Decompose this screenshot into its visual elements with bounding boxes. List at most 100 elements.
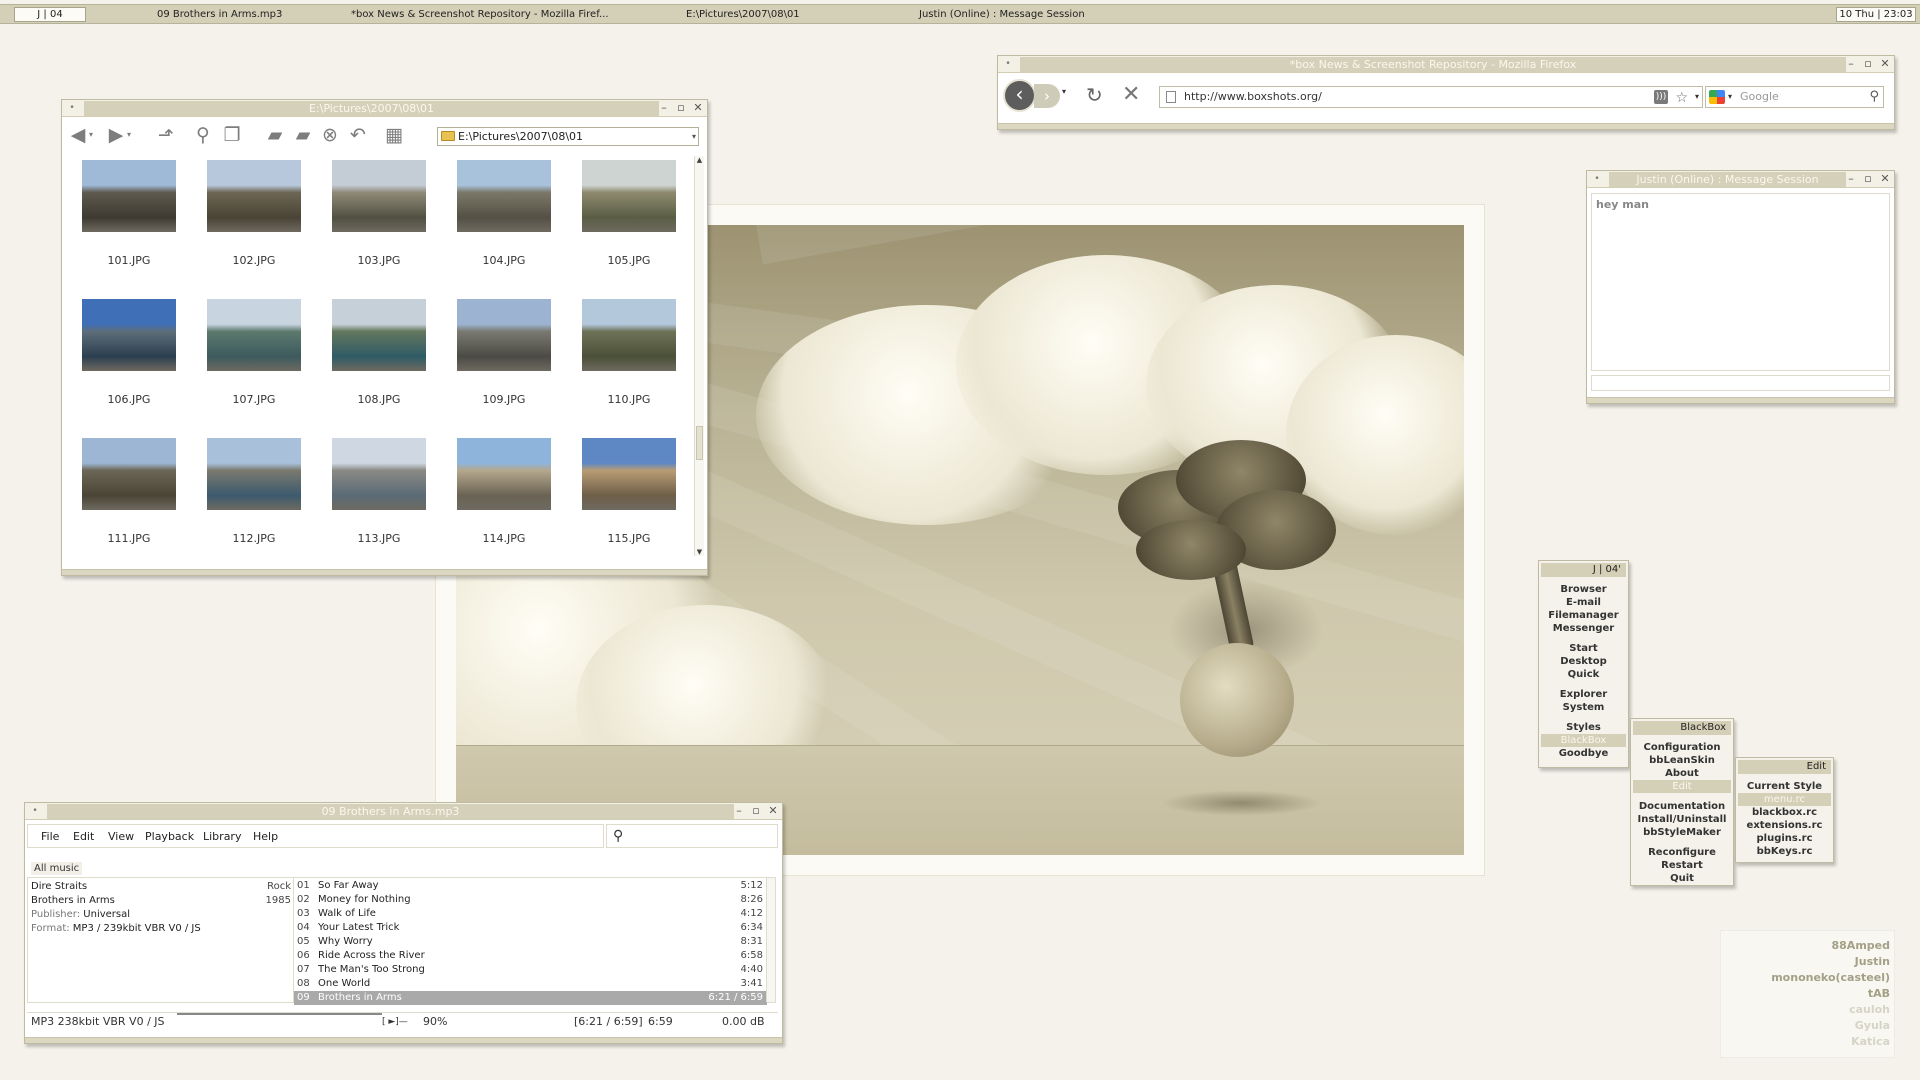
thumbnail-item[interactable]: 107.JPG [199, 297, 301, 407]
vertical-scrollbar[interactable]: ▲ ▼ [694, 156, 704, 556]
undo-icon[interactable]: ↶ [346, 124, 370, 146]
player-titlebar[interactable]: • 09 Brothers in Arms.mp3 – ▫ ✕ [25, 803, 782, 820]
media-player-window[interactable]: • 09 Brothers in Arms.mp3 – ▫ ✕ File Edi… [24, 802, 783, 1044]
task-filemanager[interactable]: E:\Pictures\2007\08\01 [686, 8, 800, 21]
menu-item-quick[interactable]: Quick [1541, 668, 1626, 681]
maximize-icon[interactable]: ▫ [749, 804, 763, 818]
thumbnail-image[interactable] [82, 438, 176, 510]
window-menu-icon[interactable]: • [28, 805, 42, 817]
menu-item-extensions-rc[interactable]: extensions.rc [1738, 819, 1831, 832]
forward-dropdown-icon[interactable]: ▾ [124, 124, 134, 146]
buddy-online[interactable]: mononeko(casteel) [1771, 971, 1890, 984]
menu-item-plugins-rc[interactable]: plugins.rc [1738, 832, 1831, 845]
playlist-row[interactable]: 03 Walk of Life 4:12 [294, 907, 767, 921]
window-bottom-handle[interactable] [998, 123, 1894, 129]
maximize-icon[interactable]: ▫ [1861, 172, 1875, 186]
buddy-offline[interactable]: Katica [1851, 1035, 1890, 1048]
thumbnail-image[interactable] [82, 299, 176, 371]
thumbnail-image[interactable] [457, 160, 551, 232]
thumbnail-item[interactable]: 114.JPG [449, 436, 551, 546]
menu-item-goodbye[interactable]: Goodbye [1541, 747, 1626, 760]
playlist-scrollbar[interactable] [766, 878, 775, 1002]
menu-item-menu-rc[interactable]: menu.rc [1738, 793, 1831, 806]
window-bottom-handle[interactable] [62, 569, 707, 575]
messenger-titlebar[interactable]: • Justin (Online) : Message Session – ▫ … [1587, 171, 1894, 188]
minimize-icon[interactable]: – [732, 804, 746, 818]
menu-item-blackbox[interactable]: BlackBox [1541, 734, 1626, 747]
playlist[interactable]: 01 So Far Away 5:12 02 Money for Nothing 8:26… [293, 877, 776, 1005]
up-folder-icon[interactable]: ⬏ [154, 124, 178, 146]
menu-item-current-style[interactable]: Current Style [1738, 780, 1831, 793]
thumbnail-item[interactable]: 112.JPG [199, 436, 301, 546]
menu-item-install-uninstall[interactable]: Install/Uninstall [1633, 813, 1731, 826]
library-search[interactable]: ⚲ [606, 824, 778, 848]
rss-feed-icon[interactable]: ))) [1654, 90, 1668, 104]
views-icon[interactable]: ▦ [382, 124, 406, 146]
thumbnail-item[interactable]: 109.JPG [449, 297, 551, 407]
thumbnail-view[interactable]: 101.JPG 102.JPG 103.JPG 104.JPG 105.JPG 106.J… [66, 156, 693, 556]
thumbnail-image[interactable] [207, 438, 301, 510]
playlist-row[interactable]: 09 Brothers in Arms 6:21 / 6:59 [294, 991, 767, 1005]
menu-item-bbleanskin[interactable]: bbLeanSkin [1633, 754, 1731, 767]
volume-level[interactable]: 90% [423, 1013, 447, 1031]
engine-dropdown-icon[interactable]: ▾ [1728, 87, 1732, 107]
thumbnail-item[interactable]: 103.JPG [324, 158, 426, 268]
playlist-row[interactable]: 02 Money for Nothing 8:26 [294, 893, 767, 907]
reload-icon[interactable]: ↻ [1086, 83, 1103, 107]
menu-item-desktop[interactable]: Desktop [1541, 655, 1626, 668]
thumbnail-image[interactable] [457, 438, 551, 510]
clock[interactable]: 10 Thu | 23:03 [1836, 7, 1916, 22]
back-button[interactable]: ‹ [1003, 79, 1036, 112]
minimize-icon[interactable]: – [657, 101, 671, 115]
thumbnail-item[interactable]: 104.JPG [449, 158, 551, 268]
root-menu[interactable]: J | 04' Browser E-mail Filemanager Messenge… [1538, 560, 1629, 768]
playlist-row[interactable]: 01 So Far Away 5:12 [294, 879, 767, 893]
thumbnail-item[interactable]: 102.JPG [199, 158, 301, 268]
window-bottom-handle[interactable] [1587, 397, 1894, 403]
menu-item-e-mail[interactable]: E-mail [1541, 596, 1626, 609]
message-history[interactable]: hey man [1591, 193, 1890, 371]
window-bottom-handle[interactable] [25, 1037, 782, 1043]
address-bar[interactable]: E:\Pictures\2007\08\01 ▾ [437, 127, 699, 146]
close-icon[interactable]: ✕ [766, 804, 780, 818]
task-messenger[interactable]: Justin (Online) : Message Session [919, 8, 1085, 21]
thumbnail-image[interactable] [82, 160, 176, 232]
playlist-row[interactable]: 05 Why Worry 8:31 [294, 935, 767, 949]
thumbnail-item[interactable]: 108.JPG [324, 297, 426, 407]
menu-item-start[interactable]: Start [1541, 642, 1626, 655]
search-box[interactable]: ▾ Google ⚲ [1705, 86, 1884, 108]
forward-button[interactable]: › [1034, 84, 1060, 108]
menu-item-bbstylemaker[interactable]: bbStyleMaker [1633, 826, 1731, 839]
search-icon[interactable]: ⚲ [613, 828, 623, 844]
buddy-online[interactable]: tAB [1868, 987, 1890, 1000]
seek-bar[interactable] [177, 1013, 382, 1015]
move-to-icon[interactable]: ▰ [263, 124, 287, 146]
close-icon[interactable]: ✕ [691, 101, 705, 115]
thumbnail-image[interactable] [582, 160, 676, 232]
menu-playback[interactable]: Playback [145, 830, 194, 843]
thumbnail-image[interactable] [332, 160, 426, 232]
search-icon[interactable]: ⚲ [1869, 87, 1879, 107]
url-bar[interactable]: http://www.boxshots.org/ ))) ☆ ▾ [1159, 86, 1703, 108]
menu-item-documentation[interactable]: Documentation [1633, 800, 1731, 813]
menu-item-styles[interactable]: Styles [1541, 721, 1626, 734]
thumbnail-image[interactable] [457, 299, 551, 371]
playlist-row[interactable]: 04 Your Latest Trick 6:34 [294, 921, 767, 935]
url-dropdown-icon[interactable]: ▾ [1695, 87, 1699, 107]
thumbnail-item[interactable]: 110.JPG [574, 297, 676, 407]
firefox-titlebar[interactable]: • *box News & Screenshot Repository - Mo… [998, 56, 1894, 73]
menu-item-reconfigure[interactable]: Reconfigure [1633, 846, 1731, 859]
firefox-window[interactable]: • *box News & Screenshot Repository - Mo… [997, 55, 1895, 130]
filemanager-titlebar[interactable]: • E:\Pictures\2007\08\01 – ▫ ✕ [62, 100, 707, 117]
scroll-down-arrow-icon[interactable]: ▼ [695, 548, 704, 556]
menu-item-configuration[interactable]: Configuration [1633, 741, 1731, 754]
menu-file[interactable]: File [41, 830, 59, 843]
thumbnail-image[interactable] [582, 438, 676, 510]
menu-help[interactable]: Help [253, 830, 278, 843]
thumbnail-image[interactable] [582, 299, 676, 371]
minimize-icon[interactable]: – [1844, 172, 1858, 186]
thumbnail-item[interactable]: 115.JPG [574, 436, 676, 546]
playlist-row[interactable]: 07 The Man's Too Strong 4:40 [294, 963, 767, 977]
messenger-window[interactable]: • Justin (Online) : Message Session – ▫ … [1586, 170, 1895, 404]
thumbnail-image[interactable] [207, 160, 301, 232]
